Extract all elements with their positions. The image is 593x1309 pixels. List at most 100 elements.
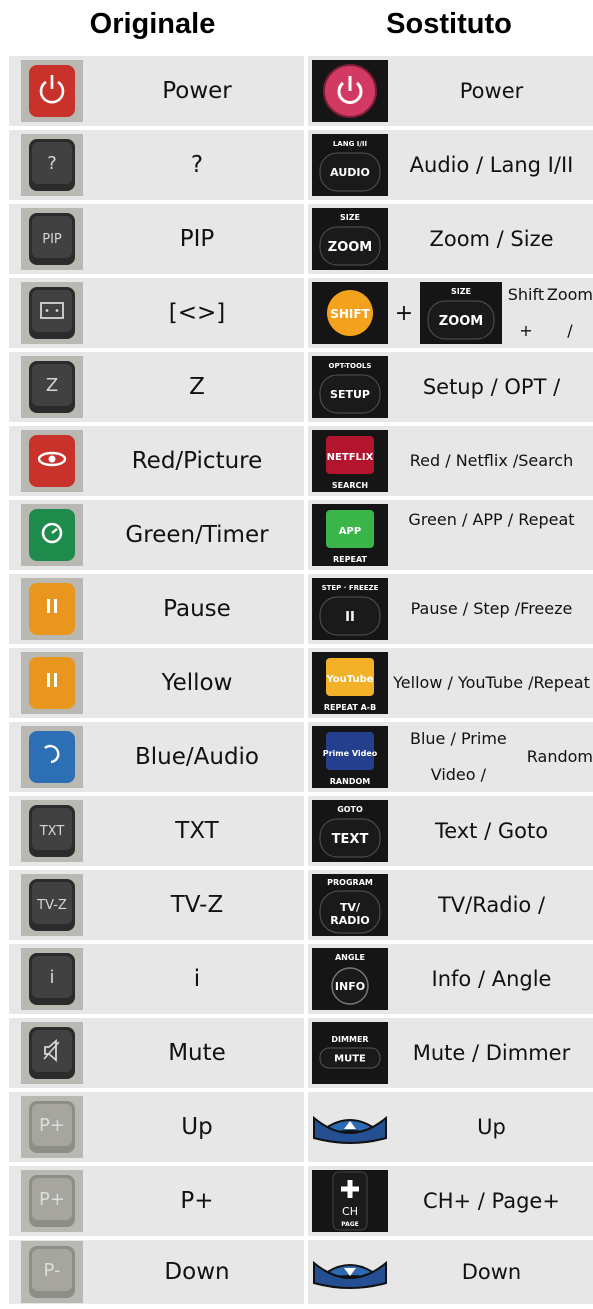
original-label: Blue/Audio bbox=[134, 744, 260, 770]
original-label: Up bbox=[181, 1114, 213, 1140]
svg-text:PAGE: PAGE bbox=[341, 1221, 359, 1228]
column-divider bbox=[304, 722, 308, 792]
original-label: Mute bbox=[168, 1040, 226, 1066]
info-button-icon: i bbox=[21, 948, 83, 1010]
svg-text:i: i bbox=[49, 967, 54, 988]
original-label: PIP bbox=[179, 226, 215, 252]
replacement-label: Power bbox=[459, 79, 524, 103]
svg-text:II: II bbox=[345, 610, 355, 625]
svg-text:SIZE: SIZE bbox=[451, 287, 471, 296]
svg-text:PIP: PIP bbox=[42, 232, 62, 247]
p-plus-button-icon: P+ bbox=[21, 1170, 83, 1232]
table-row: Yellow YouTube REPEAT A-B Yellow / YouTube … bbox=[0, 648, 593, 722]
original-label: Power bbox=[162, 78, 232, 104]
svg-text:ANGLE: ANGLE bbox=[335, 953, 365, 962]
column-divider bbox=[304, 648, 308, 718]
replacement-label: CH+ / Page+ bbox=[423, 1189, 560, 1213]
column-divider bbox=[304, 796, 308, 866]
column-divider bbox=[304, 426, 308, 496]
svg-text:GOTO: GOTO bbox=[337, 805, 363, 814]
replacement-label-line2: Random bbox=[526, 747, 593, 766]
red-eye-button-icon bbox=[21, 430, 83, 492]
column-divider bbox=[304, 204, 308, 274]
svg-text:P+: P+ bbox=[39, 1115, 65, 1136]
aspect-button-icon bbox=[21, 282, 83, 344]
table-row: Red/Picture NETFLIX SEARCH Red / Netflix / S… bbox=[0, 426, 593, 500]
column-divider bbox=[304, 870, 308, 940]
app-button-icon: APP REPEAT bbox=[312, 504, 388, 566]
svg-text:AUDIO: AUDIO bbox=[330, 166, 370, 179]
table-row: Mute DIMMER MUTE Mute / Dimmer bbox=[0, 1018, 593, 1092]
p-minus-button-icon: P- bbox=[21, 1241, 83, 1303]
replacement-label-line1: Shift + bbox=[507, 285, 545, 340]
step-freeze-button-icon: STEP · FREEZE II bbox=[312, 578, 388, 640]
page: Originale Sostituto Power Power?? LANG I/I… bbox=[0, 0, 593, 1309]
shift-button-icon: SHIFT bbox=[312, 282, 388, 344]
svg-text:SEARCH: SEARCH bbox=[332, 481, 368, 490]
svg-text:SETUP: SETUP bbox=[330, 388, 370, 401]
replacement-label-line2: Zoom / bbox=[546, 285, 593, 340]
svg-text:RANDOM: RANDOM bbox=[330, 777, 370, 786]
svg-text:Prime Video: Prime Video bbox=[323, 749, 378, 758]
replacement-label: Blue / Prime Video / Random bbox=[390, 722, 593, 792]
svg-text:DIMMER: DIMMER bbox=[331, 1035, 368, 1044]
plus-sign: + bbox=[394, 300, 414, 326]
table-row: Z Z OPT-TOOLS SETUP Setup / OPT / bbox=[0, 352, 593, 426]
svg-text:CH: CH bbox=[342, 1205, 358, 1218]
table-row: PIP PIP SIZE ZOOM Zoom / Size bbox=[0, 204, 593, 278]
svg-text:?: ? bbox=[47, 153, 57, 174]
header-originale: Originale bbox=[89, 8, 216, 40]
replacement-label: Shift + Zoom / bbox=[505, 278, 593, 348]
z-button-icon: Z bbox=[21, 356, 83, 418]
up-arrow-button-icon bbox=[312, 1096, 388, 1158]
column-divider bbox=[304, 944, 308, 1014]
svg-text:YouTube: YouTube bbox=[325, 674, 373, 685]
table-row: [<>] SHIFT + SIZE ZOOM Shift + Zoom / bbox=[0, 278, 593, 352]
table-row: ?? LANG I/II AUDIO Audio / Lang I/II bbox=[0, 130, 593, 204]
svg-text:REPEAT: REPEAT bbox=[333, 555, 368, 564]
replacement-label-line2: Freeze bbox=[520, 599, 573, 618]
replacement-label: Text / Goto bbox=[434, 819, 549, 843]
column-divider bbox=[304, 1240, 308, 1304]
svg-text:RADIO: RADIO bbox=[330, 914, 370, 927]
replacement-label: Zoom / Size bbox=[429, 227, 554, 251]
svg-text:REPEAT A-B: REPEAT A-B bbox=[324, 703, 376, 712]
svg-text:ZOOM: ZOOM bbox=[328, 240, 372, 255]
table-row: Blue/Audio Prime Video RANDOM Blue / Prime … bbox=[0, 722, 593, 796]
original-label: Pause bbox=[163, 596, 231, 622]
replacement-label: Green / APP / Repeat bbox=[390, 500, 593, 570]
original-label: Green/Timer bbox=[125, 522, 269, 548]
column-divider bbox=[304, 1166, 308, 1236]
table-row: P+ Up Up bbox=[0, 1092, 593, 1166]
column-divider bbox=[304, 278, 308, 348]
replacement-label: Audio / Lang I/II bbox=[409, 153, 574, 177]
comparison-table: Power Power?? LANG I/II AUDIO Audio / Lang I… bbox=[0, 56, 593, 1308]
replacement-label: Yellow / YouTube / Repeat bbox=[390, 648, 593, 718]
original-label: Z bbox=[189, 374, 205, 400]
pip-button-icon: PIP bbox=[21, 208, 83, 270]
column-divider bbox=[304, 1018, 308, 1088]
svg-text:LANG I/II: LANG I/II bbox=[333, 140, 367, 148]
ch-plus-button-icon: CH PAGE bbox=[312, 1170, 388, 1232]
table-row: P+ P+ CH PAGE CH+ / Page+ bbox=[0, 1166, 593, 1240]
original-label: ? bbox=[190, 152, 204, 178]
original-label: [<>] bbox=[168, 300, 226, 326]
tvz-button-icon: TV-Z bbox=[21, 874, 83, 936]
table-row: P- Down Down bbox=[0, 1240, 593, 1308]
p-plus-button-icon: P+ bbox=[21, 1096, 83, 1158]
original-label: Red/Picture bbox=[131, 448, 263, 474]
svg-text:TXT: TXT bbox=[39, 824, 65, 839]
replacement-label: Red / Netflix / Search bbox=[390, 426, 593, 496]
replacement-label: Setup / OPT / bbox=[422, 375, 561, 399]
column-divider bbox=[304, 1092, 308, 1162]
original-label: TXT bbox=[175, 818, 219, 844]
replacement-label-line2: Search bbox=[518, 451, 574, 470]
column-divider bbox=[304, 500, 308, 570]
original-label: TV-Z bbox=[170, 892, 224, 918]
question-button-icon: ? bbox=[21, 134, 83, 196]
table-row: Pause STEP · FREEZE II Pause / Step / Freeze bbox=[0, 574, 593, 648]
down-arrow-button-icon bbox=[312, 1241, 388, 1303]
svg-text:TV/: TV/ bbox=[340, 901, 361, 914]
svg-text:STEP · FREEZE: STEP · FREEZE bbox=[322, 584, 379, 592]
orange-pause-button-icon bbox=[21, 578, 83, 640]
